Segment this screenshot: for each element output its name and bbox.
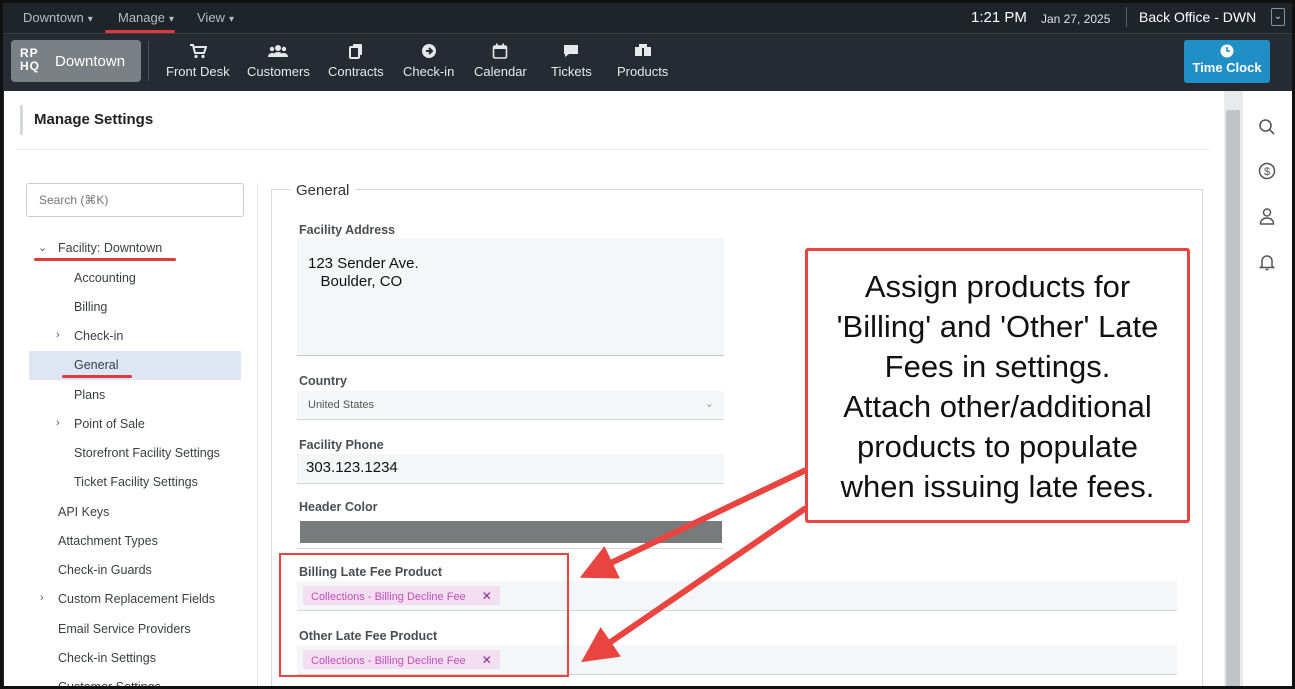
callout-line: products to populate (857, 429, 1138, 464)
bell-icon[interactable] (1258, 253, 1278, 273)
scrollbar-thumb[interactable] (1226, 110, 1240, 689)
annotation-callout: Assign products for 'Billing' and 'Other… (805, 248, 1190, 523)
user-icon[interactable] (1258, 207, 1278, 227)
annotation-arrow (579, 467, 808, 579)
callout-line: 'Billing' and 'Other' Late (836, 309, 1159, 344)
callout-line: Assign products for (864, 269, 1131, 304)
callout-line: when issuing late fees. (840, 469, 1155, 504)
callout-line: Fees in settings. (884, 349, 1111, 384)
search-icon[interactable] (1258, 118, 1278, 138)
dollar-icon[interactable]: $ (1258, 162, 1278, 182)
svg-text:$: $ (1264, 166, 1270, 178)
annotation-arrow (581, 505, 808, 663)
callout-line: Attach other/additional (843, 389, 1152, 424)
